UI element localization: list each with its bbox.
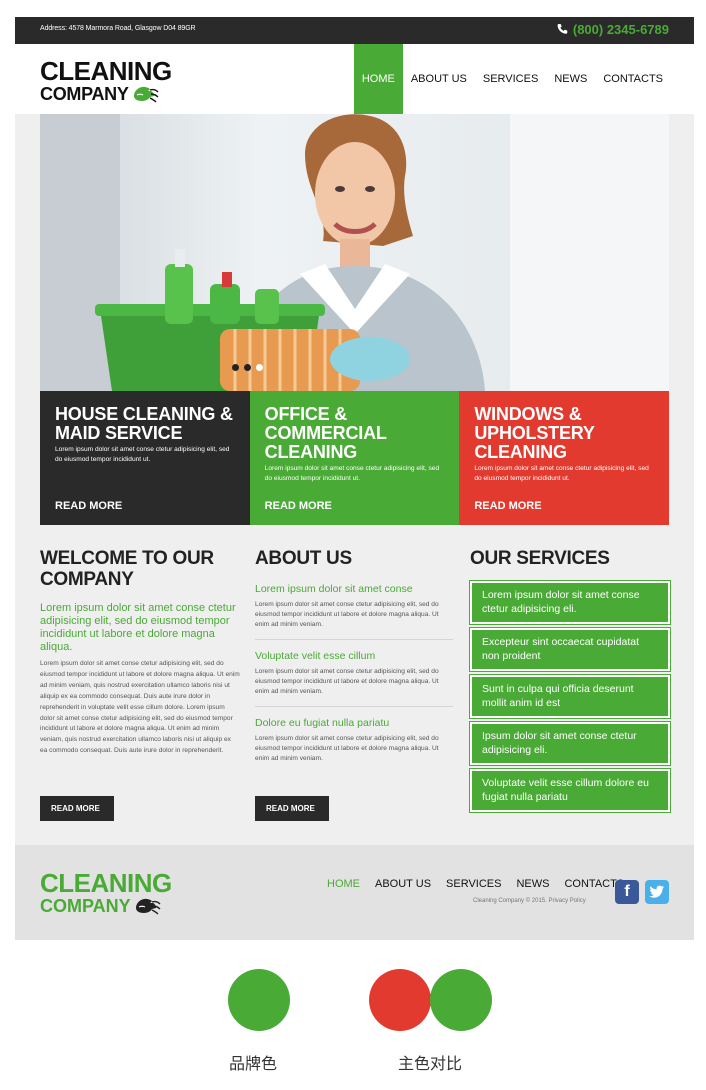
phone-link[interactable]: (800) 2345-6789	[556, 22, 669, 37]
service-item[interactable]: Lorem ipsum dolor sit amet conse ctetur …	[470, 581, 670, 624]
contrast-swatch-red	[369, 969, 431, 1031]
service-item[interactable]: Voluptate velit esse cillum dolore eu fu…	[470, 769, 670, 812]
services-section: OUR SERVICES Lorem ipsum dolor sit amet …	[470, 548, 670, 816]
promo-title: WINDOWS & UPHOLSTERY CLEANING	[474, 404, 595, 462]
top-bar: Address: 4578 Marmora Road, Glasgow D04 …	[15, 17, 694, 44]
facebook-icon[interactable]: f	[615, 880, 639, 904]
welcome-title: WELCOME TO OUR COMPANY	[40, 548, 214, 590]
promo-windows-cleaning: WINDOWS & UPHOLSTERY CLEANING Lorem ipsu…	[459, 391, 670, 525]
hero-photo	[40, 114, 669, 391]
about-item-text: Lorem ipsum dolor sit amet conse ctetur …	[255, 668, 439, 695]
copyright-text: Cleaning Company © 2015. Privacy Policy	[473, 898, 586, 904]
service-item[interactable]: Ipsum dolor sit amet conse ctetur adipis…	[470, 722, 670, 765]
about-item: Dolore eu fugiat nulla pariatu Lorem ips…	[255, 717, 453, 773]
about-item-heading[interactable]: Dolore eu fugiat nulla pariatu	[255, 717, 453, 729]
slider-dot-3[interactable]	[256, 364, 263, 371]
address-text: Address: 4578 Marmora Road, Glasgow D04 …	[40, 25, 196, 32]
about-title: ABOUT US	[255, 548, 352, 569]
promo-title: HOUSE CLEANING & MAID SERVICE	[55, 404, 233, 443]
glove-hand-icon	[133, 86, 159, 103]
welcome-section: WELCOME TO OUR COMPANY Lorem ipsum dolor…	[40, 548, 240, 821]
promo-title: OFFICE & COMMERCIAL CLEANING	[264, 404, 387, 462]
about-item-heading[interactable]: Voluptate velit esse cillum	[255, 650, 453, 662]
contrast-swatch-green	[430, 969, 492, 1031]
about-read-more-button[interactable]: READ MORE	[255, 796, 329, 821]
glove-hand-icon	[135, 898, 161, 915]
slider-dot-2[interactable]	[244, 364, 251, 371]
promo-text: Lorem ipsum dolor sit amet conse ctetur …	[474, 465, 649, 482]
about-item-heading[interactable]: Lorem ipsum dolor sit amet conse	[255, 583, 453, 595]
site-header: CLEANING COMPANY HOME ABOUT US SERVICES …	[15, 44, 694, 114]
phone-icon	[557, 23, 568, 34]
brand-color-swatch	[228, 969, 290, 1031]
site-footer: CLEANING COMPANY HOME ABOUT US SERVICES …	[15, 845, 694, 940]
services-list: Lorem ipsum dolor sit amet conse ctetur …	[470, 581, 670, 812]
promo-read-more-link[interactable]: READ MORE	[265, 500, 332, 512]
hero-slider[interactable]	[40, 114, 669, 391]
promo-office-cleaning: OFFICE & COMMERCIAL CLEANING Lorem ipsum…	[249, 391, 460, 525]
welcome-lead: Lorem ipsum dolor sit amet conse ctetur …	[40, 602, 236, 653]
main-nav: HOME ABOUT US SERVICES NEWS CONTACTS	[353, 44, 671, 114]
services-title: OUR SERVICES	[470, 548, 610, 569]
nav-news[interactable]: NEWS	[546, 44, 595, 114]
website-mockup: Address: 4578 Marmora Road, Glasgow D04 …	[15, 17, 694, 940]
about-section: ABOUT US Lorem ipsum dolor sit amet cons…	[255, 548, 453, 821]
footer-nav-news[interactable]: NEWS	[516, 878, 549, 890]
promo-text: Lorem ipsum dolor sit amet conse ctetur …	[55, 446, 230, 463]
promo-text: Lorem ipsum dolor sit amet conse ctetur …	[264, 465, 440, 482]
phone-number: (800) 2345-6789	[572, 22, 669, 37]
about-item-text: Lorem ipsum dolor sit amet conse ctetur …	[255, 601, 439, 628]
service-item[interactable]: Excepteur sint occaecat cupidatat non pr…	[470, 628, 670, 671]
welcome-read-more-button[interactable]: READ MORE	[40, 796, 114, 821]
footer-nav-services[interactable]: SERVICES	[446, 878, 501, 890]
contrast-color-label: 主色对比	[398, 1054, 463, 1073]
logo-line-2: COMPANY	[40, 84, 129, 104]
slider-dots	[232, 364, 263, 371]
footer-nav: HOME ABOUT US SERVICES NEWS CONTACTS	[327, 878, 624, 890]
brand-color-label: 品牌色	[229, 1054, 278, 1073]
nav-about-us[interactable]: ABOUT US	[403, 44, 475, 114]
site-logo[interactable]: CLEANING COMPANY	[40, 58, 172, 104]
slider-dot-1[interactable]	[232, 364, 239, 371]
welcome-body: Lorem ipsum dolor sit amet conse ctetur …	[40, 660, 240, 755]
footer-nav-about-us[interactable]: ABOUT US	[375, 878, 431, 890]
footer-logo-line-2: COMPANY	[40, 896, 131, 916]
about-item: Voluptate velit esse cillum Lorem ipsum …	[255, 650, 453, 707]
logo-line-1: CLEANING	[40, 56, 172, 86]
footer-nav-home[interactable]: HOME	[327, 878, 360, 890]
about-item: Lorem ipsum dolor sit amet conse Lorem i…	[255, 583, 453, 640]
nav-services[interactable]: SERVICES	[475, 44, 546, 114]
nav-home[interactable]: HOME	[353, 44, 403, 114]
about-item-text: Lorem ipsum dolor sit amet conse ctetur …	[255, 735, 439, 762]
footer-logo-line-1: CLEANING	[40, 868, 172, 898]
service-item[interactable]: Sunt in culpa qui officia deserunt molli…	[470, 675, 670, 718]
promo-read-more-link[interactable]: READ MORE	[474, 500, 541, 512]
promo-row: HOUSE CLEANING & MAID SERVICE Lorem ipsu…	[40, 391, 670, 525]
promo-house-cleaning: HOUSE CLEANING & MAID SERVICE Lorem ipsu…	[40, 391, 250, 525]
nav-contacts[interactable]: CONTACTS	[595, 44, 671, 114]
promo-read-more-link[interactable]: READ MORE	[55, 500, 122, 512]
footer-logo[interactable]: CLEANING COMPANY	[40, 870, 172, 916]
twitter-icon[interactable]	[645, 880, 669, 904]
social-links: f	[615, 880, 669, 904]
